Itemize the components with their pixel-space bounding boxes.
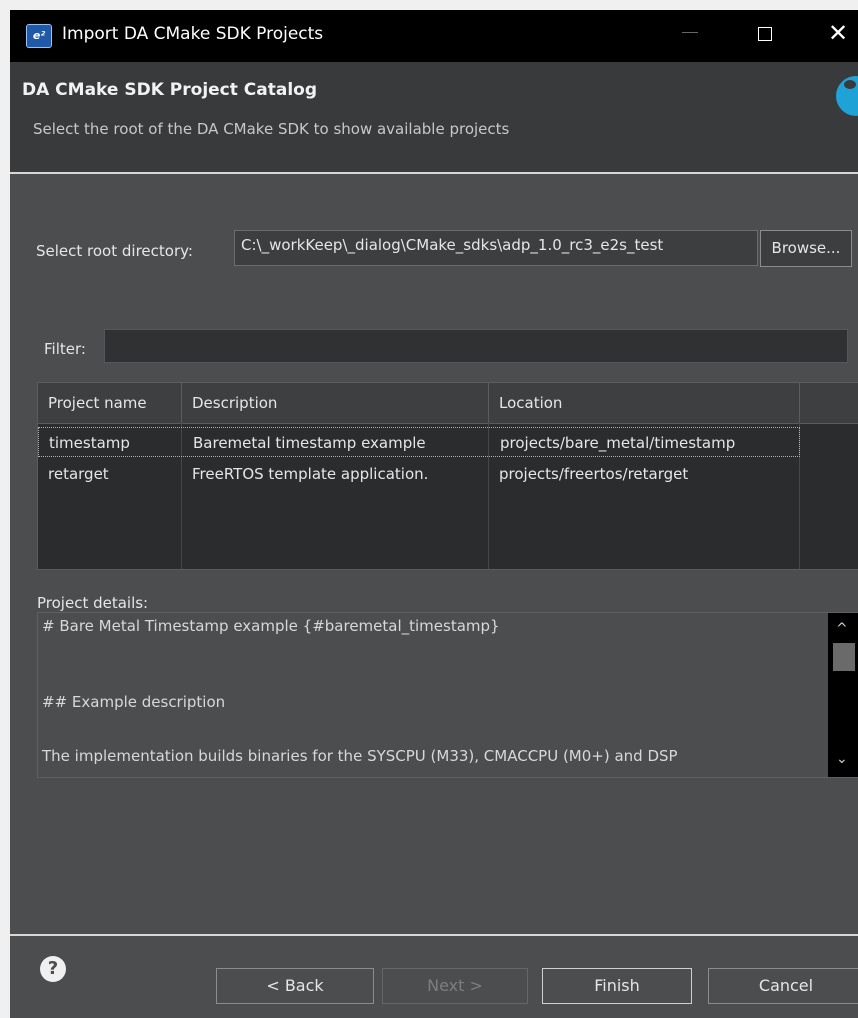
help-icon[interactable]: ? <box>40 956 66 982</box>
browse-button[interactable]: Browse... <box>760 230 852 267</box>
project-details-text[interactable]: # Bare Metal Timestamp example {#baremet… <box>37 612 858 778</box>
table-row[interactable]: retarget FreeRTOS template application. … <box>38 459 800 489</box>
minimize-button[interactable] <box>682 32 698 33</box>
table-row[interactable]: timestamp Baremetal timestamp example pr… <box>38 427 800 457</box>
scroll-down-icon[interactable]: ⌄ <box>836 751 848 767</box>
column-header-project-name[interactable]: Project name <box>38 383 182 423</box>
wizard-logo-icon <box>836 76 858 116</box>
project-details-label: Project details: <box>37 594 149 612</box>
details-line: # Bare Metal Timestamp example {#baremet… <box>42 617 500 635</box>
cell-project-name: retarget <box>48 465 109 483</box>
filter-label: Filter: <box>44 340 86 358</box>
details-scrollbar[interactable]: ^ ⌄ <box>828 613 858 777</box>
cell-location: projects/bare_metal/timestamp <box>500 434 736 452</box>
details-line: ## Example description <box>42 693 226 711</box>
back-button[interactable]: < Back <box>216 968 374 1004</box>
finish-button[interactable]: Finish <box>542 968 692 1004</box>
cell-location: projects/freertos/retarget <box>499 465 689 483</box>
scroll-thumb[interactable] <box>833 643 855 671</box>
app-icon: e² <box>26 24 52 48</box>
column-header-location[interactable]: Location <box>489 383 800 423</box>
wizard-content: Select root directory: C:\_workKeep\_dia… <box>10 174 858 934</box>
cell-description: Baremetal timestamp example <box>193 434 426 452</box>
close-button[interactable]: ✕ <box>828 18 848 48</box>
column-header-description[interactable]: Description <box>182 383 489 423</box>
root-directory-input[interactable]: C:\_workKeep\_dialog\CMake_sdks\adp_1.0_… <box>234 230 758 266</box>
scroll-up-icon[interactable]: ^ <box>836 621 848 637</box>
page-title: DA CMake SDK Project Catalog <box>22 80 318 100</box>
cell-project-name: timestamp <box>49 434 130 452</box>
cancel-button[interactable]: Cancel <box>708 968 858 1004</box>
maximize-button[interactable] <box>758 27 772 41</box>
filter-input[interactable] <box>104 329 848 363</box>
project-table: Project name Description Location timest… <box>37 382 858 570</box>
wizard-footer: ? < Back Next > Finish Cancel <box>10 936 858 1018</box>
root-directory-label: Select root directory: <box>36 242 193 260</box>
wizard-banner: DA CMake SDK Project Catalog Select the … <box>10 62 858 172</box>
cell-description: FreeRTOS template application. <box>192 465 429 483</box>
table-header: Project name Description Location <box>38 383 858 424</box>
window-title: Import DA CMake SDK Projects <box>62 24 324 44</box>
details-line: The implementation builds binaries for t… <box>42 747 678 765</box>
title-bar: e² Import DA CMake SDK Projects ✕ <box>10 10 858 62</box>
page-description: Select the root of the DA CMake SDK to s… <box>33 120 510 138</box>
next-button[interactable]: Next > <box>382 968 528 1004</box>
